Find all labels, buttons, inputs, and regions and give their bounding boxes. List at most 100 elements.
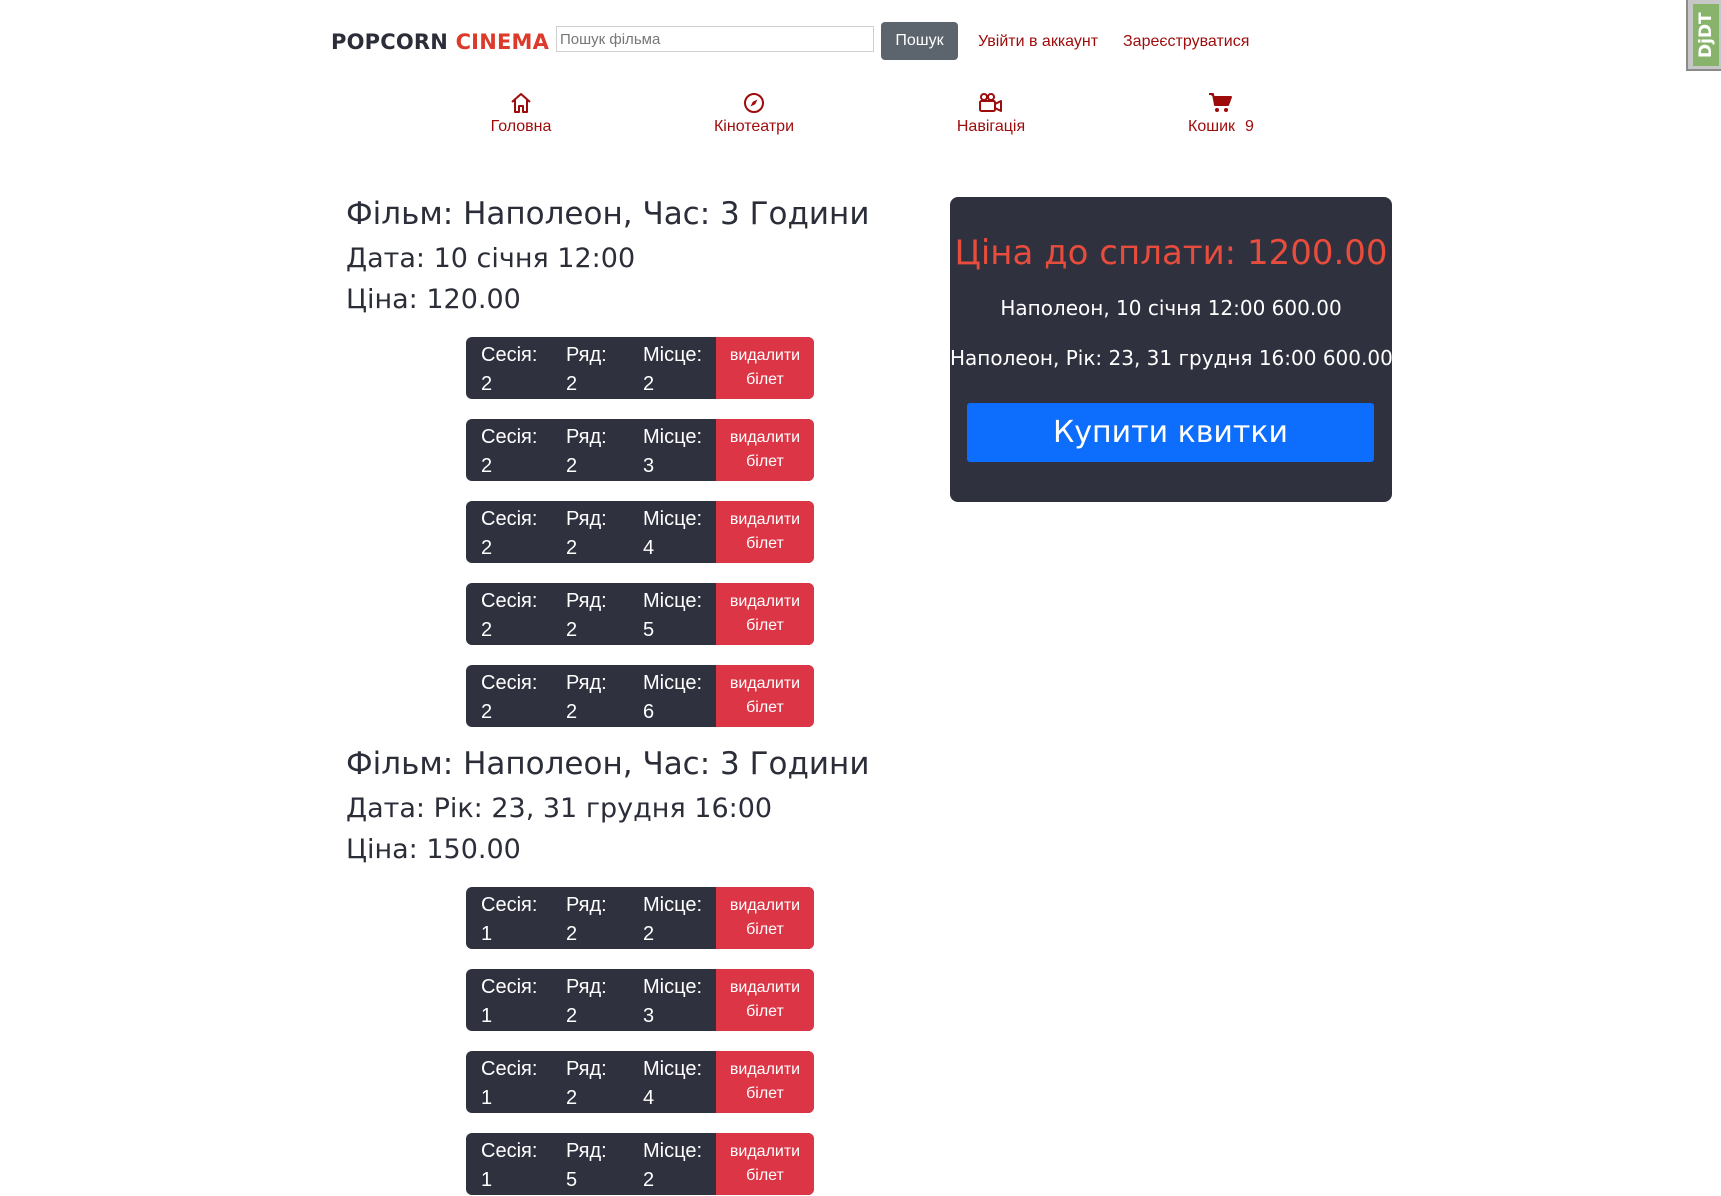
ticket-card: Сесія: 2 Ряд: 2 Місце: 3 видалити білет [466, 419, 814, 481]
remove-ticket-button[interactable]: видалити білет [716, 501, 814, 563]
seat-value: 2 [643, 923, 655, 945]
cart-icon [1146, 91, 1296, 115]
remove-ticket-button[interactable]: видалити білет [716, 665, 814, 727]
remove-ticket-button[interactable]: видалити білет [716, 337, 814, 399]
ticket-seat: Місце: 2 [643, 891, 702, 949]
buy-tickets-button[interactable]: Купити квитки [967, 403, 1374, 462]
ticket-session: Сесія: 1 [481, 891, 537, 949]
seat-value: 6 [643, 701, 655, 723]
seat-label: Місце: [643, 590, 703, 612]
remove-ticket-button[interactable]: видалити білет [716, 969, 814, 1031]
nav-item-cart[interactable]: Кошик 9 [1146, 91, 1296, 136]
session-label: Сесія: [481, 1058, 538, 1080]
session-value: 1 [481, 1005, 493, 1027]
nav-item-cinemas[interactable]: Кінотеатри [679, 91, 829, 136]
seat-value: 4 [643, 1087, 655, 1109]
ticket-session: Сесія: 2 [481, 505, 537, 563]
session-value: 1 [481, 1169, 493, 1191]
ticket-seat: Місце: 2 [643, 1137, 702, 1195]
row-value: 2 [566, 1005, 578, 1027]
session-label: Сесія: [481, 508, 538, 530]
row-value: 5 [566, 1169, 578, 1191]
header: POPCORN CINEMA Пошук Увійти в аккаунт За… [331, 22, 1281, 62]
row-label: Ряд: [566, 590, 607, 612]
row-value: 2 [566, 1087, 578, 1109]
seat-label: Місце: [643, 344, 703, 366]
session-label: Сесія: [481, 976, 538, 998]
home-icon [446, 91, 596, 115]
seat-label: Місце: [643, 672, 703, 694]
ticket-seat: Місце: 2 [643, 341, 702, 399]
seat-label: Місце: [643, 894, 703, 916]
seat-label: Місце: [643, 1058, 703, 1080]
row-value: 2 [566, 373, 578, 395]
seat-value: 5 [643, 619, 655, 641]
debug-toolbar-toggle[interactable]: DjDT [1686, 0, 1721, 71]
summary-line: Наполеон, Рік: 23, 31 грудня 16:00 600.0… [950, 346, 1393, 370]
ticket-session: Сесія: 1 [481, 973, 537, 1031]
ticket-session: Сесія: 1 [481, 1055, 537, 1113]
remove-ticket-button[interactable]: видалити білет [716, 419, 814, 481]
ticket-row: Ряд: 2 [566, 587, 607, 645]
ticket-card: Сесія: 2 Ряд: 2 Місце: 2 видалити білет [466, 337, 814, 399]
register-link[interactable]: Зареєструватися [1123, 33, 1249, 51]
row-value: 2 [566, 455, 578, 477]
ticket-card: Сесія: 2 Ряд: 2 Місце: 5 видалити білет [466, 583, 814, 645]
cart-count-badge: 9 [1245, 118, 1254, 135]
row-label: Ряд: [566, 976, 607, 998]
nav-label-home: Головна [490, 118, 552, 135]
ticket-seat: Місце: 3 [643, 973, 702, 1031]
session-value: 2 [481, 455, 493, 477]
ticket-row: Ряд: 5 [566, 1137, 607, 1195]
group-price: Ціна: 150.00 [346, 834, 521, 865]
nav-label-navigation: Навігація [956, 118, 1026, 135]
ticket-session: Сесія: 2 [481, 341, 537, 399]
session-label: Сесія: [481, 344, 538, 366]
session-label: Сесія: [481, 590, 538, 612]
seat-label: Місце: [643, 426, 703, 448]
group-date: Дата: Рік: 23, 31 грудня 16:00 [346, 793, 773, 824]
compass-icon [679, 91, 829, 115]
remove-ticket-button[interactable]: видалити білет [716, 1051, 814, 1113]
ticket-card: Сесія: 1 Ряд: 5 Місце: 2 видалити білет [466, 1133, 814, 1195]
ticket-session: Сесія: 2 [481, 423, 537, 481]
session-label: Сесія: [481, 1140, 538, 1162]
ticket-seat: Місце: 3 [643, 423, 702, 481]
ticket-row: Ряд: 2 [566, 973, 607, 1031]
ticket-row: Ряд: 2 [566, 669, 607, 727]
seat-value: 3 [643, 1005, 655, 1027]
login-link[interactable]: Увійти в аккаунт [978, 33, 1098, 51]
ticket-seat: Місце: 5 [643, 587, 702, 645]
session-value: 1 [481, 1087, 493, 1109]
session-value: 2 [481, 537, 493, 559]
session-value: 2 [481, 701, 493, 723]
nav-label-cinemas: Кінотеатри [713, 118, 794, 135]
row-value: 2 [566, 537, 578, 559]
ticket-row: Ряд: 2 [566, 891, 607, 949]
search-input[interactable] [556, 26, 874, 52]
logo-part-cinema: CINEMA [455, 30, 550, 54]
summary-line: Наполеон, 10 січня 12:00 600.00 [1000, 296, 1342, 320]
ticket-session: Сесія: 2 [481, 587, 537, 645]
seat-value: 4 [643, 537, 655, 559]
ticket-row: Ряд: 2 [566, 341, 607, 399]
debug-toolbar-label: DjDT [1693, 4, 1719, 66]
remove-ticket-button[interactable]: видалити білет [716, 1133, 814, 1195]
ticket-row: Ряд: 2 [566, 1055, 607, 1113]
ticket-card: Сесія: 1 Ряд: 2 Місце: 4 видалити білет [466, 1051, 814, 1113]
remove-ticket-button[interactable]: видалити білет [716, 583, 814, 645]
group-date: Дата: 10 січня 12:00 [346, 243, 636, 274]
row-label: Ряд: [566, 1140, 607, 1162]
ticket-session: Сесія: 1 [481, 1137, 537, 1195]
ticket-seat: Місце: 6 [643, 669, 702, 727]
session-label: Сесія: [481, 894, 538, 916]
remove-ticket-button[interactable]: видалити білет [716, 887, 814, 949]
logo[interactable]: POPCORN CINEMA [331, 30, 549, 54]
session-value: 1 [481, 923, 493, 945]
nav-label-cart: Кошик [1188, 118, 1236, 135]
session-value: 2 [481, 373, 493, 395]
search-button[interactable]: Пошук [881, 22, 958, 60]
nav-item-home[interactable]: Головна [446, 91, 596, 136]
row-label: Ряд: [566, 426, 607, 448]
nav-item-navigation[interactable]: Навігація [916, 91, 1066, 136]
